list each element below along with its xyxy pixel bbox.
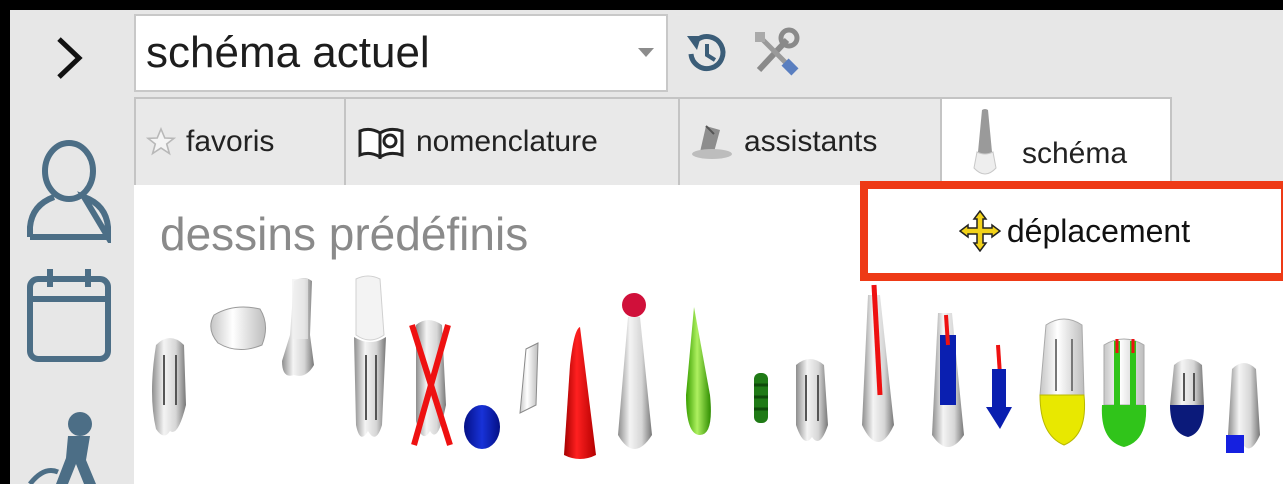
chevron-right-icon <box>57 37 83 79</box>
drawing-navy-crown[interactable] <box>1170 359 1204 437</box>
book-icon <box>358 127 404 159</box>
tab-label: assistants <box>744 125 878 158</box>
drawing-crown[interactable] <box>210 306 266 350</box>
wizard-hat-icon <box>692 125 732 159</box>
drawing-post[interactable] <box>519 342 539 414</box>
chevron-down-icon <box>626 48 666 58</box>
star-icon <box>146 127 176 156</box>
drawing-green-root[interactable] <box>686 307 711 435</box>
drawing-extraction[interactable] <box>409 320 453 446</box>
history-button[interactable] <box>676 22 736 84</box>
schema-content: dessins prédéfinis déplacement <box>134 181 1283 484</box>
main-panel: schéma actuel favoris nomenclature assis… <box>128 10 1283 484</box>
tab-schema[interactable]: schéma <box>940 97 1172 187</box>
drawing-red-root[interactable] <box>564 327 596 459</box>
agenda-button[interactable] <box>10 260 128 370</box>
tools-button[interactable] <box>746 22 806 84</box>
activity-button[interactable] <box>10 406 128 484</box>
tab-favoris[interactable]: favoris <box>134 97 346 185</box>
drawing-blue-filling[interactable] <box>464 405 500 449</box>
drawing-green-screw[interactable] <box>754 373 768 423</box>
left-rail <box>10 10 128 484</box>
tab-bar: favoris nomenclature assistants schéma <box>134 97 1172 187</box>
patient-button[interactable] <box>10 128 128 248</box>
tooth-icon <box>973 109 997 175</box>
tab-label: favoris <box>186 125 275 158</box>
schema-select[interactable]: schéma actuel <box>134 14 668 92</box>
history-icon <box>687 34 726 72</box>
tab-label: nomenclature <box>416 125 598 158</box>
schema-select-value: schéma actuel <box>146 28 430 77</box>
drawing-root-canal[interactable] <box>862 284 894 442</box>
drawing-yellow-crown[interactable] <box>1039 318 1086 446</box>
move-label: déplacement <box>1006 212 1191 249</box>
user-icon <box>27 140 111 243</box>
expand-button[interactable] <box>10 18 128 98</box>
tab-label: schéma <box>1022 137 1128 170</box>
drawing-tooth[interactable] <box>152 338 186 436</box>
worker-icon <box>28 412 96 484</box>
drawing-blue-peg[interactable] <box>986 344 1012 429</box>
tools-icon <box>755 27 800 76</box>
tab-nomenclature[interactable]: nomenclature <box>344 97 680 185</box>
drawing-crowned-tooth[interactable] <box>354 275 386 437</box>
tab-assistants[interactable]: assistants <box>678 97 942 185</box>
drawing-green-crown[interactable] <box>1101 338 1147 447</box>
calendar-icon <box>27 269 111 362</box>
predefined-drawings <box>134 245 1283 484</box>
drawing-tooth-2[interactable] <box>796 359 828 441</box>
drawing-implant-head[interactable] <box>618 293 652 449</box>
drawing-blue-post[interactable] <box>932 313 964 447</box>
drawing-pontic[interactable] <box>282 278 314 376</box>
drawing-blue-corner[interactable] <box>1226 363 1260 453</box>
